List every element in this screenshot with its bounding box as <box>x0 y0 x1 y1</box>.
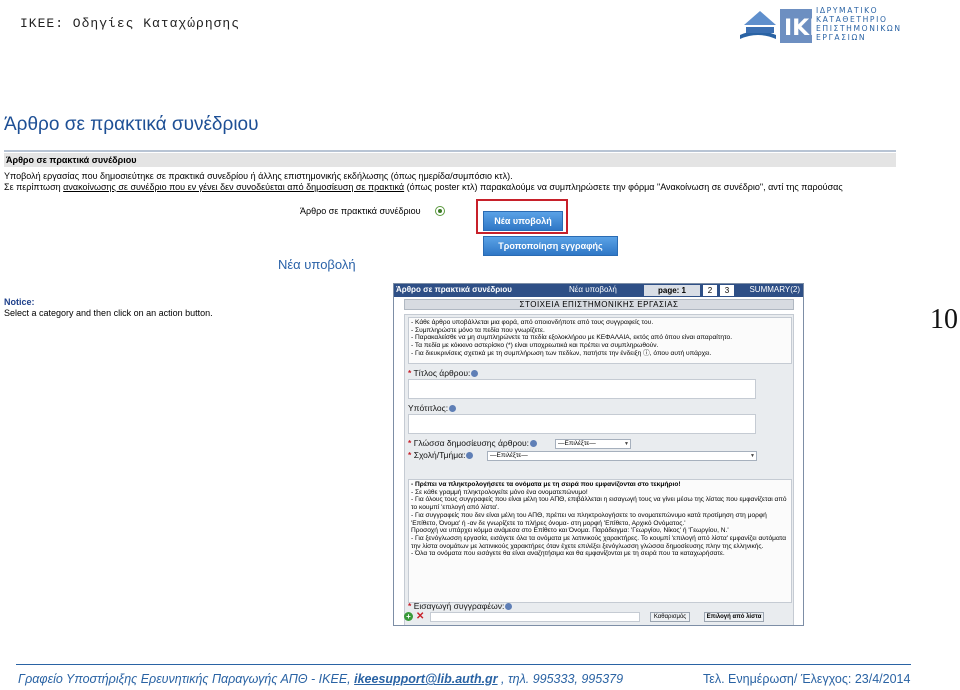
help-icon[interactable] <box>471 370 479 378</box>
logo-line: ΚΑΤΑΘΕΤΗΡΙΟ <box>816 15 888 24</box>
intro-post: (όπως poster κτλ) παρακαλούμε να συμπληρ… <box>404 182 843 192</box>
language-select[interactable]: —Επιλέξτε— <box>555 439 631 449</box>
screenshot-title: Άρθρο σε πρακτικά συνέδριου <box>4 114 259 135</box>
language-label: * Γλώσσα δημοσίευσης άρθρου: <box>408 438 538 448</box>
logo-line: ΕΡΓΑΣΙΩΝ <box>816 33 867 42</box>
footer-contact: Γραφείο Υποστήριξης Ερευνητικής Παραγωγή… <box>18 672 623 686</box>
language-label-text: Γλώσσα δημοσίευσης άρθρου: <box>413 438 530 448</box>
clear-button[interactable]: Καθαρισμός <box>650 612 690 622</box>
divider <box>4 150 896 152</box>
intro-pre: Σε περίπτωση <box>4 182 64 192</box>
instruction-line: - Πρέπει να πληκτρολογήσετε τα ονόματα μ… <box>411 481 681 488</box>
help-icon[interactable] <box>530 440 538 448</box>
school-select[interactable]: —Επιλέξτε— <box>487 451 757 461</box>
summary-link[interactable]: SUMMARY(2) <box>749 285 800 294</box>
logo-line: ΙΔΡΥΜΑΤΙΚΟ <box>816 6 879 15</box>
instruction-line: - Παρακαλείσθε να μη συμπληρώνετε τα πεδ… <box>411 334 733 342</box>
intro-link[interactable]: ανακοίνωσης σε συνέδριο που εν γένει δεν… <box>63 182 404 192</box>
section-bar: Άρθρο σε πρακτικά συνέδριου <box>4 153 896 167</box>
logo-line: ΕΠΙΣΤΗΜΟΝΙΚΩΝ <box>816 24 902 33</box>
form-header: Άρθρο σε πρακτικά συνέδριου Νέα υποβολή … <box>394 284 803 297</box>
form-section-title: ΣΤΟΙΧΕΙΑ ΕΠΙΣΤΗΜΟΝΙΚΗΣ ΕΡΓΑΣΙΑΣ <box>404 299 794 310</box>
subtitle-label-text: Υπότιτλος: <box>408 403 449 413</box>
instruction-line: - Τα πεδία με κόκκινο αστερίσκο (*) είνα… <box>411 342 659 350</box>
intro-text: Υποβολή εργασίας που δημοσιεύτηκε σε πρα… <box>4 171 513 181</box>
instruction-line: Προσοχή να υπάρχει κόμμα ανάμεσα στο Επί… <box>411 527 729 535</box>
instruction-line: - Για ξενόγλωσση εργασία, εισάγετε όλα τ… <box>411 534 787 550</box>
page-tab-3[interactable]: 3 <box>720 285 734 296</box>
footer-divider <box>16 664 911 665</box>
footer-office: Γραφείο Υποστήριξης Ερευνητικής Παραγωγή… <box>18 672 355 686</box>
delete-icon[interactable]: ✕ <box>416 611 424 622</box>
new-submission-heading: Νέα υποβολή <box>278 257 356 272</box>
form-header-title: Άρθρο σε πρακτικά συνέδριου <box>396 285 512 294</box>
page-number: 10 <box>930 304 958 335</box>
notice-heading: Notice: <box>4 297 35 307</box>
pick-from-list-button[interactable]: Επιλογή από λίστα <box>704 612 764 622</box>
instruction-line: - Για συγγραφείς που δεν είναι μέλη του … <box>411 511 767 527</box>
page-tab-1[interactable]: page: 1 <box>644 285 700 296</box>
form-body: - Κάθε άρθρο υποβάλλεται μια φορά, από ο… <box>404 314 794 625</box>
title-label-text: Τίτλος άρθρου: <box>413 368 471 378</box>
edit-record-button[interactable]: Τροποποίηση εγγραφής <box>483 236 618 256</box>
author-entry-row: + ✕ Καθαρισμός Επιλογή από λίστα <box>404 611 794 624</box>
submission-form: Άρθρο σε πρακτικά συνέδριου Νέα υποβολή … <box>393 283 804 626</box>
authors-label: * Εισαγωγή συγγραφέων: <box>408 601 513 611</box>
instruction-line: - Για όλους τους συγγραφείς που είναι μέ… <box>411 496 787 512</box>
title-label: * Τίτλος άρθρου: <box>408 368 479 378</box>
subtitle-input[interactable] <box>408 414 756 434</box>
category-radio[interactable] <box>435 206 445 216</box>
help-icon[interactable] <box>449 405 457 413</box>
title-input[interactable] <box>408 379 756 399</box>
instruction-line: - Για διευκρινίσεις σχετικά με τη συμπλή… <box>411 349 712 357</box>
footer-phone: , τηλ. 995333, 995379 <box>497 672 624 686</box>
slide-title: IKEE: Οδηγίες Καταχώρησης <box>20 16 241 31</box>
school-label-text: Σχολή/Τμήμα: <box>413 450 466 460</box>
page-tab-2[interactable]: 2 <box>703 285 717 296</box>
school-label: * Σχολή/Τμήμα: <box>408 450 474 460</box>
instruction-line: - Όλα τα ονόματα που εισάγετε θα είναι α… <box>411 550 725 558</box>
footer-updated: Τελ. Ενημέρωση/ Έλεγχος: 23/4/2014 <box>703 672 911 686</box>
help-icon[interactable] <box>505 603 513 611</box>
instructions-box: - Κάθε άρθρο υποβάλλεται μια φορά, από ο… <box>408 317 792 364</box>
instruction-line: - Κάθε άρθρο υποβάλλεται μια φορά, από ο… <box>411 319 654 326</box>
form-header-mode: Νέα υποβολή <box>569 285 617 294</box>
logo-text: ΙΔΡΥΜΑΤΙΚΟ ΚΑΤΑΘΕΤΗΡΙΟ ΕΠΙΣΤΗΜΟΝΙΚΩΝ ΕΡΓ… <box>816 6 902 42</box>
footer-email-link[interactable]: ikeesupport@lib.auth.gr <box>354 672 497 686</box>
help-icon[interactable] <box>466 452 474 460</box>
highlight-box <box>476 199 568 234</box>
subtitle-label: Υπότιτλος: <box>408 403 457 413</box>
authors-instructions-box: - Πρέπει να πληκτρολογήσετε τα ονόματα μ… <box>408 479 792 603</box>
notice-text: Select a category and then click on an a… <box>4 308 213 318</box>
intro-text-2: Σε περίπτωση ανακοίνωσης σε συνέδριο που… <box>4 182 904 192</box>
author-input[interactable] <box>430 612 640 622</box>
add-icon[interactable]: + <box>404 612 413 621</box>
category-radio-label: Άρθρο σε πρακτικά συνέδριου <box>300 206 421 216</box>
authors-label-text: Εισαγωγή συγγραφέων: <box>413 601 505 611</box>
